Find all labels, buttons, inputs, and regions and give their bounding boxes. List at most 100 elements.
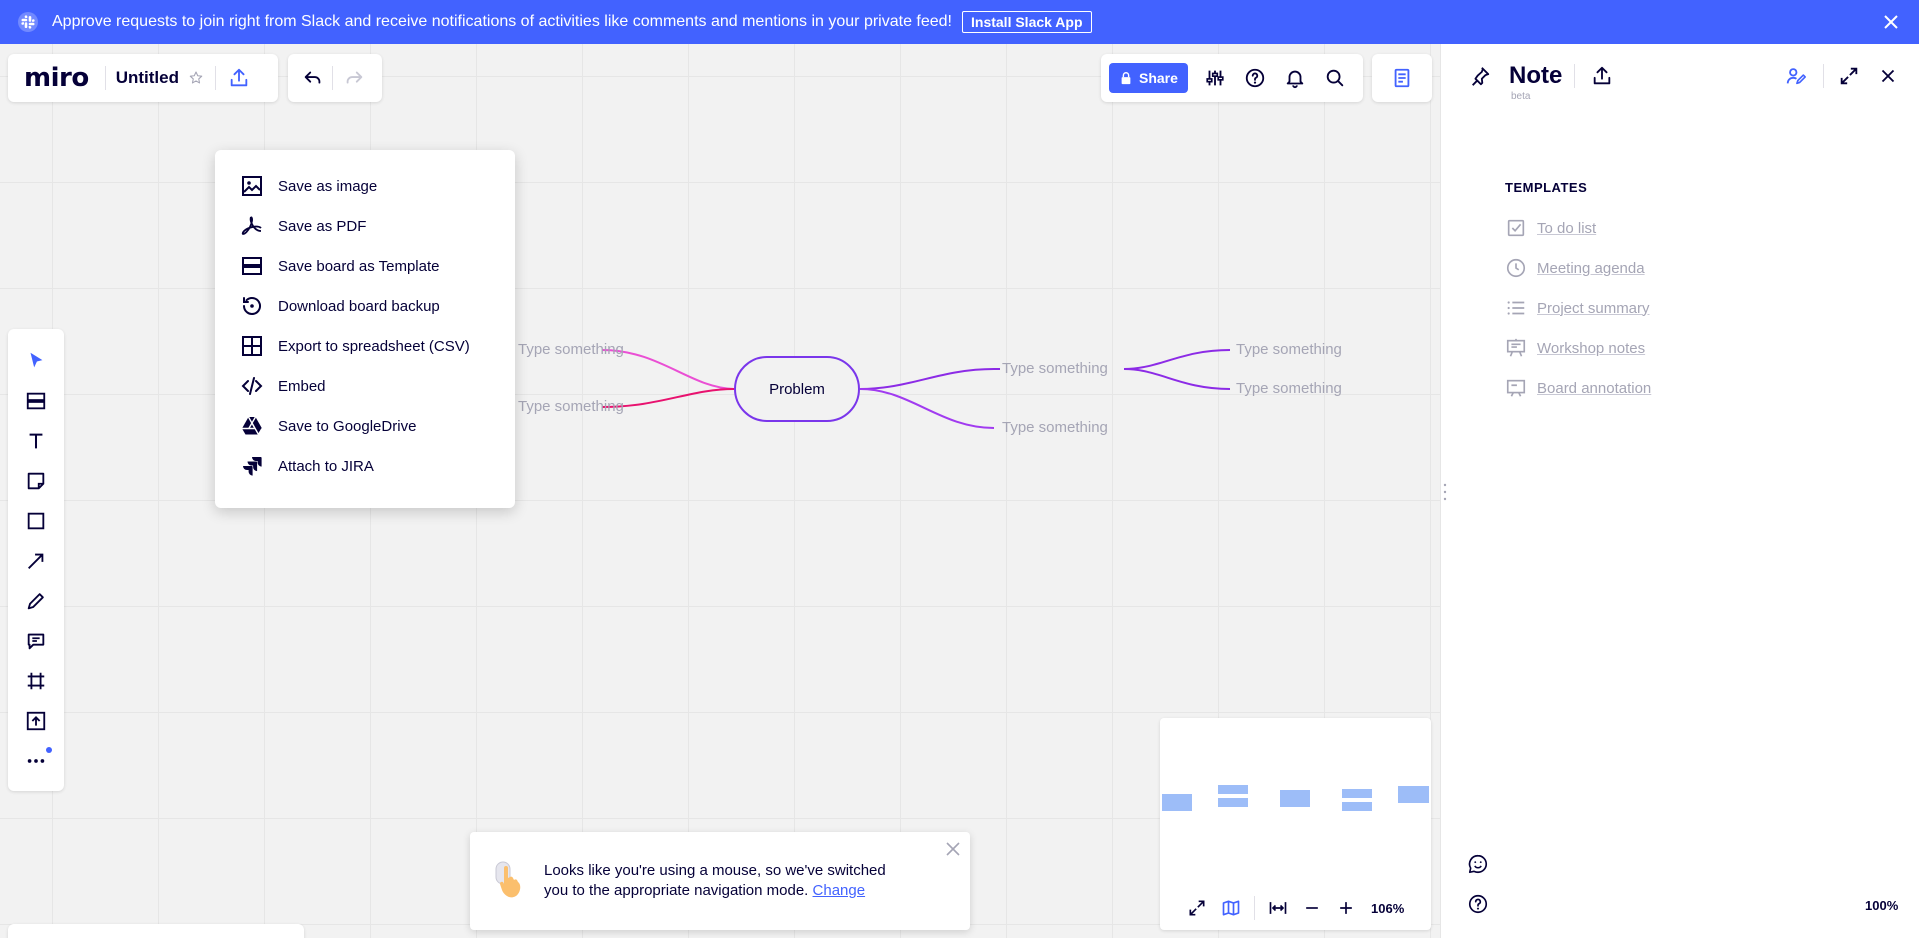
divider xyxy=(214,66,216,90)
menu-item-save-as-pdf[interactable]: Save as PDF xyxy=(215,206,515,246)
mindmap-branch-right-bottom xyxy=(859,388,995,429)
template-project-summary[interactable]: Project summary xyxy=(1505,288,1651,328)
template-icon xyxy=(242,257,262,275)
template-to-do-list[interactable]: To do list xyxy=(1505,208,1651,248)
notifications-button[interactable] xyxy=(1280,63,1310,93)
minimap-shape xyxy=(1280,790,1310,807)
pen-tool[interactable] xyxy=(16,581,56,621)
mindmap-node-left-1[interactable]: Type something xyxy=(518,341,624,358)
fullscreen-button[interactable] xyxy=(1180,893,1214,923)
miro-logo[interactable]: miro xyxy=(24,63,89,93)
search-button[interactable] xyxy=(1320,63,1350,93)
mindmap-root-node[interactable]: Problem xyxy=(734,356,860,422)
notes-title: Note beta xyxy=(1509,62,1562,102)
frames-button[interactable] xyxy=(18,928,58,938)
minimap-preview[interactable] xyxy=(1160,718,1431,886)
menu-item-label: Save as PDF xyxy=(278,217,367,235)
map-toggle-button[interactable] xyxy=(1214,893,1248,923)
minimap-shape xyxy=(1218,785,1248,794)
zoom-controls: 106% xyxy=(1160,886,1431,930)
select-tool[interactable] xyxy=(16,341,56,381)
upload-tool[interactable] xyxy=(16,701,56,741)
arrow-icon xyxy=(28,553,44,569)
board-header-panel: miro Untitled xyxy=(8,54,278,102)
zoom-out-button[interactable] xyxy=(1295,893,1329,923)
mindmap-node-child-2[interactable]: Type something xyxy=(1236,380,1342,397)
menu-item-save-as-template[interactable]: Save board as Template xyxy=(215,246,515,286)
panel-resize-handle-icon[interactable] xyxy=(1443,482,1447,502)
mindmap-node-right-1[interactable]: Type something xyxy=(1002,360,1108,377)
edit-access-button[interactable] xyxy=(1781,61,1811,91)
menu-item-save-to-google-drive[interactable]: Save to GoogleDrive xyxy=(215,406,515,446)
more-tools[interactable] xyxy=(16,741,56,781)
pen-icon xyxy=(27,593,44,610)
template-workshop-notes[interactable]: Workshop notes xyxy=(1505,328,1651,368)
help-button[interactable] xyxy=(1240,63,1270,93)
settings-button[interactable] xyxy=(1200,63,1230,93)
mindmap-node-right-2[interactable]: Type something xyxy=(1002,419,1108,436)
presentation-button[interactable] xyxy=(58,928,98,938)
minimap-shape xyxy=(1218,798,1248,807)
templates-tool[interactable] xyxy=(16,381,56,421)
menu-item-label: Save as image xyxy=(278,177,378,195)
activity-button[interactable] xyxy=(218,928,258,938)
feedback-button[interactable] xyxy=(1463,844,1493,884)
board-title[interactable]: Untitled xyxy=(116,68,179,88)
comment-tool[interactable] xyxy=(16,621,56,661)
banner-message: Approve requests to join right from Slac… xyxy=(52,13,952,30)
menu-item-download-backup[interactable]: Download board backup xyxy=(215,286,515,326)
mindmap-node-child-1[interactable]: Type something xyxy=(1236,341,1342,358)
zoom-level[interactable]: 106% xyxy=(1371,901,1404,916)
menu-item-save-as-image[interactable]: Save as image xyxy=(215,166,515,206)
install-slack-app-button[interactable]: Install Slack App xyxy=(962,11,1092,33)
close-icon xyxy=(1881,69,1895,83)
new-badge-dot xyxy=(46,747,52,753)
mouse-hand-icon xyxy=(495,861,521,898)
shape-tool[interactable] xyxy=(16,501,56,541)
fit-width-icon xyxy=(1269,902,1287,914)
connection-line-tool[interactable] xyxy=(16,541,56,581)
text-tool[interactable] xyxy=(16,421,56,461)
board-icon xyxy=(1506,379,1526,397)
note-icon xyxy=(1394,68,1410,88)
zoom-in-button[interactable] xyxy=(1329,893,1363,923)
export-button[interactable] xyxy=(224,63,254,93)
menu-item-label: Embed xyxy=(278,377,326,395)
easel-icon xyxy=(1506,338,1526,357)
board-canvas[interactable]: Type something Type something Problem Ty… xyxy=(0,44,1440,938)
chat-button[interactable] xyxy=(138,928,178,938)
fit-to-screen-button[interactable] xyxy=(1261,893,1295,923)
spreadsheet-icon xyxy=(242,336,262,356)
embed-icon xyxy=(241,377,263,395)
redo-button[interactable] xyxy=(339,63,369,93)
template-label: Board annotation xyxy=(1537,379,1652,397)
template-meeting-agenda[interactable]: Meeting agenda xyxy=(1505,248,1651,288)
sticky-note-tool[interactable] xyxy=(16,461,56,501)
notes-help-button[interactable] xyxy=(1463,884,1493,924)
export-menu: Save as image Save as PDF Save board as … xyxy=(215,150,515,508)
collapse-toolbar-button[interactable] xyxy=(258,928,298,938)
notes-toggle-button[interactable] xyxy=(1387,63,1417,93)
close-icon[interactable] xyxy=(1879,10,1903,34)
menu-item-export-csv[interactable]: Export to spreadsheet (CSV) xyxy=(215,326,515,366)
mindmap-node-left-2[interactable]: Type something xyxy=(518,398,624,415)
pin-button[interactable] xyxy=(1465,61,1495,91)
star-button[interactable] xyxy=(181,63,211,93)
template-board-annotation[interactable]: Board annotation xyxy=(1505,368,1651,408)
menu-item-attach-to-jira[interactable]: Attach to JIRA xyxy=(215,446,515,486)
expand-panel-button[interactable] xyxy=(1834,61,1864,91)
frame-tool[interactable] xyxy=(16,661,56,701)
redo-icon xyxy=(346,71,363,84)
minimap-shape xyxy=(1162,794,1192,811)
close-panel-button[interactable] xyxy=(1873,61,1903,91)
menu-item-embed[interactable]: Embed xyxy=(215,366,515,406)
share-button[interactable]: Share xyxy=(1109,63,1188,93)
menu-item-label: Save board as Template xyxy=(278,257,440,275)
user-edit-icon xyxy=(1786,68,1806,85)
undo-button[interactable] xyxy=(298,63,328,93)
change-navigation-link[interactable]: Change xyxy=(813,882,866,899)
card-list-button[interactable] xyxy=(178,928,218,938)
close-icon[interactable] xyxy=(944,840,962,858)
notes-export-button[interactable] xyxy=(1587,61,1617,91)
comments-button[interactable] xyxy=(98,928,138,938)
